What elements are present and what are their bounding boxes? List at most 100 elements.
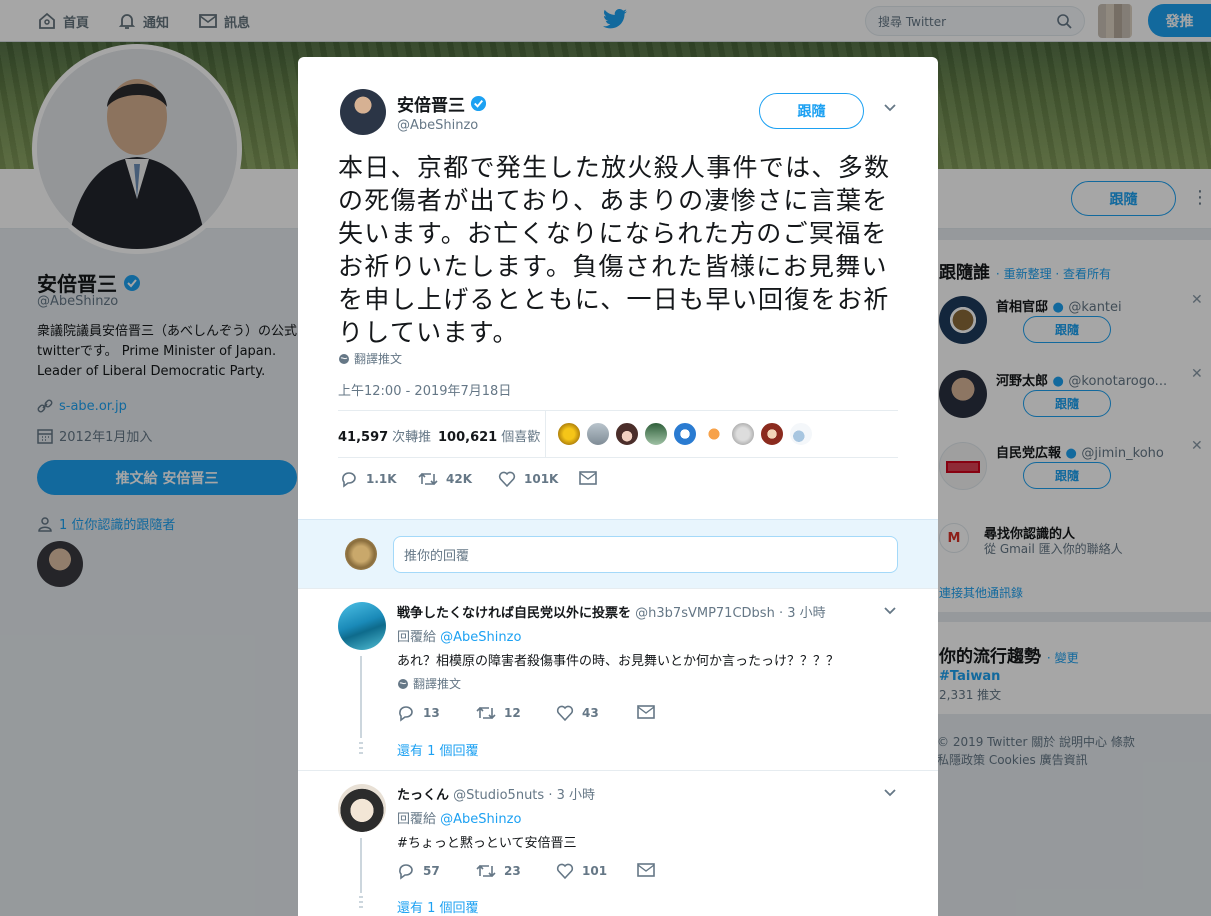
liker-avatar[interactable] bbox=[760, 422, 784, 446]
retweet-icon bbox=[476, 706, 496, 720]
reply-actions: 57 23 101 bbox=[397, 862, 697, 882]
reply-action[interactable]: 13 bbox=[397, 704, 440, 722]
verified-badge-icon bbox=[470, 95, 487, 112]
tweet-stats: 41,597 次轉推 100,621 個喜歡 bbox=[338, 410, 898, 458]
tweet-actions: 1.1K 42K 101K bbox=[338, 470, 898, 492]
retweet-action[interactable]: 12 bbox=[476, 704, 521, 722]
reply-header[interactable]: 戦争したくなければ自民党以外に投票を @h3b7sVMP71CDbsh · 3 … bbox=[397, 602, 826, 621]
liker-avatar[interactable] bbox=[615, 422, 639, 446]
reply-to-label: 回覆給 bbox=[397, 630, 437, 645]
reply-header[interactable]: たっくん @Studio5nuts · 3 小時 bbox=[397, 784, 595, 803]
envelope-icon bbox=[579, 471, 597, 485]
reply-to-line: 回覆給 @AbeShinzo bbox=[397, 808, 521, 827]
reply-icon bbox=[399, 864, 413, 880]
globe-icon bbox=[398, 678, 408, 689]
reply-icon bbox=[399, 706, 413, 722]
reply-time: · 3 小時 bbox=[548, 788, 595, 803]
likes-stat[interactable]: 100,621 個喜歡 bbox=[438, 426, 540, 445]
stats-divider bbox=[545, 411, 546, 458]
envelope-icon bbox=[637, 705, 655, 719]
retweet-action[interactable]: 42K bbox=[418, 470, 472, 488]
reply-author-name: 戦争したくなければ自民党以外に投票を bbox=[397, 606, 632, 621]
tweet-follow-button[interactable]: 跟隨 bbox=[759, 93, 864, 129]
reply-to-handle[interactable]: @AbeShinzo bbox=[440, 812, 521, 827]
liker-avatar[interactable] bbox=[731, 422, 755, 446]
retweets-stat[interactable]: 41,597 次轉推 bbox=[338, 426, 431, 445]
reply-composer: 推你的回覆 bbox=[298, 519, 938, 589]
envelope-icon bbox=[637, 863, 655, 877]
tweet-timestamp[interactable]: 上午12:00 - 2019年7月18日 bbox=[338, 380, 511, 399]
retweet-count: 42K bbox=[446, 472, 472, 486]
heart-icon bbox=[556, 705, 574, 722]
reply-count: 13 bbox=[423, 706, 440, 720]
liker-avatar[interactable] bbox=[557, 422, 581, 446]
liker-avatar[interactable] bbox=[673, 422, 697, 446]
reply-placeholder: 推你的回覆 bbox=[404, 549, 470, 564]
heart-icon bbox=[498, 471, 516, 488]
reply-author-handle: @h3b7sVMP71CDbsh bbox=[635, 606, 775, 621]
like-action[interactable]: 101 bbox=[556, 862, 607, 880]
tweet-author-name-text: 安倍晋三 bbox=[397, 96, 465, 116]
like-count: 101 bbox=[582, 864, 608, 878]
reply-tweet[interactable]: たっくん @Studio5nuts · 3 小時 回覆給 @AbeShinzo … bbox=[298, 772, 938, 916]
heart-icon bbox=[556, 863, 574, 880]
reply-count: 57 bbox=[423, 864, 440, 878]
retweets-count: 41,597 bbox=[338, 430, 389, 445]
reply-icon bbox=[342, 472, 356, 488]
reply-author-name: たっくん bbox=[397, 788, 450, 803]
translate-label: 翻譯推文 bbox=[413, 677, 462, 691]
chevron-down-icon[interactable] bbox=[883, 606, 897, 616]
tweet-author-handle[interactable]: @AbeShinzo bbox=[397, 118, 478, 133]
retweet-count: 12 bbox=[504, 706, 521, 720]
like-count: 43 bbox=[582, 706, 599, 720]
user-avatar bbox=[345, 538, 377, 570]
like-action[interactable]: 43 bbox=[556, 704, 599, 722]
show-more-replies[interactable]: 還有 1 個回覆 bbox=[397, 740, 479, 759]
thread-line bbox=[360, 656, 362, 738]
reply-action[interactable]: 1.1K bbox=[340, 470, 397, 488]
liker-avatar[interactable] bbox=[702, 422, 726, 446]
retweets-label: 次轉推 bbox=[392, 430, 432, 445]
reply-input[interactable]: 推你的回覆 bbox=[393, 536, 898, 573]
dm-action[interactable] bbox=[637, 704, 655, 720]
tweet-modal: 安倍晋三 @AbeShinzo 跟隨 本日、京都で発生した放火殺人事件では、多数… bbox=[298, 57, 938, 916]
liker-avatar[interactable] bbox=[789, 422, 813, 446]
reply-author-avatar[interactable] bbox=[338, 784, 386, 832]
thread-dots bbox=[359, 742, 363, 756]
reply-author-handle: @Studio5nuts bbox=[453, 788, 545, 803]
dm-action[interactable] bbox=[579, 470, 597, 486]
dm-action[interactable] bbox=[637, 862, 655, 878]
chevron-down-icon[interactable] bbox=[883, 788, 897, 798]
reply-tweet[interactable]: 戦争したくなければ自民党以外に投票を @h3b7sVMP71CDbsh · 3 … bbox=[298, 590, 938, 771]
like-count: 101K bbox=[524, 472, 559, 486]
reply-action[interactable]: 57 bbox=[397, 862, 440, 880]
tweet-text: 本日、京都で発生した放火殺人事件では、多数の死傷者が出ており、あまりの凄惨さに言… bbox=[338, 153, 891, 347]
reply-to-handle[interactable]: @AbeShinzo bbox=[440, 630, 521, 645]
liker-avatar[interactable] bbox=[586, 422, 610, 446]
reply-to-label: 回覆給 bbox=[397, 812, 437, 827]
reply-time: · 3 小時 bbox=[778, 606, 826, 621]
globe-icon bbox=[339, 353, 349, 364]
reply-to-line: 回覆給 @AbeShinzo bbox=[397, 626, 521, 645]
retweet-icon bbox=[418, 472, 438, 486]
translate-label: 翻譯推文 bbox=[354, 352, 403, 366]
show-more-replies[interactable]: 還有 1 個回覆 bbox=[397, 897, 479, 916]
tweet-author-avatar[interactable] bbox=[340, 89, 386, 135]
translate-tweet[interactable]: 翻譯推文 bbox=[338, 350, 402, 367]
like-action[interactable]: 101K bbox=[498, 470, 558, 488]
tweet-author-name[interactable]: 安倍晋三 bbox=[397, 91, 487, 116]
retweet-icon bbox=[476, 864, 496, 878]
likes-count: 100,621 bbox=[438, 430, 498, 445]
retweet-action[interactable]: 23 bbox=[476, 862, 521, 880]
thread-line bbox=[360, 838, 362, 893]
chevron-down-icon[interactable] bbox=[883, 103, 897, 113]
likes-label: 個喜歡 bbox=[501, 430, 541, 445]
reply-author-avatar[interactable] bbox=[338, 602, 386, 650]
retweet-count: 23 bbox=[504, 864, 521, 878]
liker-avatar[interactable] bbox=[644, 422, 668, 446]
reply-hashtag[interactable]: #ちょっと黙っといて安倍晋三 bbox=[397, 832, 577, 851]
thread-dots bbox=[359, 896, 363, 910]
reply-actions: 13 12 43 bbox=[397, 704, 697, 724]
translate-tweet[interactable]: 翻譯推文 bbox=[397, 675, 461, 692]
reply-count: 1.1K bbox=[366, 472, 397, 486]
